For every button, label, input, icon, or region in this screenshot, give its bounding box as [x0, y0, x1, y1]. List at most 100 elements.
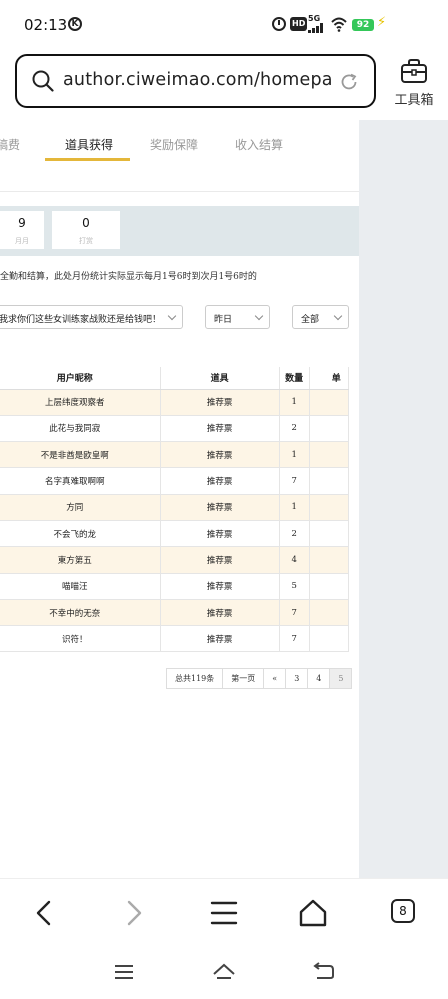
column-header-user: 用户昵称: [0, 367, 161, 390]
table-row: 识符！ 推荐票 7: [0, 625, 350, 653]
tab-items-received[interactable]: 道具获得: [65, 136, 113, 153]
cell-user: 识符！: [0, 625, 161, 653]
date-select-value: 昨日: [214, 315, 233, 325]
system-home-icon[interactable]: [212, 962, 236, 980]
stats-band: 9 月月 0 打赏: [0, 206, 359, 256]
pagination-total: 总共119条: [166, 668, 224, 689]
tab-reward-guarantee[interactable]: 奖励保障: [150, 136, 198, 153]
active-tab-indicator: [45, 158, 130, 161]
cell-quantity: 4: [279, 546, 310, 574]
cell-item: 推荐票: [160, 441, 280, 469]
toolbox-label: 工具箱: [394, 93, 434, 108]
cell-unit: [309, 546, 350, 574]
table-row: 不会飞的龙 推荐票 2: [0, 520, 350, 548]
cell-unit: [309, 494, 350, 521]
cell-user: 喵喵汪: [0, 573, 161, 600]
table-row: 方同 推荐票 1: [0, 494, 350, 521]
column-header-unit: 单: [309, 367, 350, 390]
date-select[interactable]: 昨日: [205, 305, 270, 329]
toolbox-icon: [401, 59, 427, 83]
cell-item: 推荐票: [160, 573, 280, 600]
book-select[interactable]: 我求你们这些女训练家战败还是给钱吧！: [0, 305, 183, 329]
cell-item: 推荐票: [160, 625, 280, 653]
table-row: 喵喵汪 推荐票 5: [0, 573, 350, 600]
k-icon: K: [68, 17, 82, 31]
cell-quantity: 2: [279, 520, 310, 548]
pagination-prev-button[interactable]: «: [263, 668, 287, 689]
cell-quantity: 7: [279, 467, 310, 495]
cell-unit: [309, 467, 350, 495]
pagination-page-5-current[interactable]: 5: [329, 668, 353, 689]
status-bar: 02:13 K HD 5G 92 ⚡: [0, 0, 448, 48]
stat-value: 9: [18, 216, 26, 230]
cell-quantity: 7: [279, 599, 310, 627]
page-background-panel: [359, 120, 448, 878]
tab-income-settlement[interactable]: 收入结算: [235, 136, 283, 153]
stat-label: 月月: [15, 237, 29, 245]
cell-item: 推荐票: [160, 494, 280, 521]
wifi-icon: [331, 17, 347, 32]
cell-quantity: 7: [279, 625, 310, 653]
menu-icon[interactable]: [208, 897, 240, 929]
toolbox-button[interactable]: 工具箱: [388, 56, 440, 110]
book-select-value: 我求你们这些女训练家战败还是给钱吧！: [0, 315, 162, 325]
column-header-item: 道具: [160, 367, 280, 390]
search-icon: [32, 70, 54, 92]
recent-apps-icon[interactable]: [114, 964, 134, 980]
cell-item: 推荐票: [160, 467, 280, 495]
back-icon[interactable]: [28, 897, 60, 929]
chevron-down-icon: [254, 311, 264, 321]
reload-icon[interactable]: [339, 72, 359, 92]
pagination-first-button[interactable]: 第一页: [222, 668, 265, 689]
cell-user: 方同: [0, 494, 161, 521]
cell-unit: [309, 441, 350, 469]
address-bar[interactable]: author.ciweimao.com/homepa…: [15, 54, 376, 108]
chevron-down-icon: [167, 311, 177, 321]
page-content: 稿费 道具获得 奖励保障 收入结算 9 月月 0 打赏 全勤和结算，此处月份统计…: [0, 120, 359, 878]
system-back-icon[interactable]: [313, 962, 335, 980]
income-tabs: 稿费 道具获得 奖励保障 收入结算: [0, 120, 359, 192]
pagination-page-3[interactable]: 3: [285, 668, 309, 689]
table-row: 名字真难取啊啊 推荐票 7: [0, 467, 350, 495]
cell-item: 推荐票: [160, 546, 280, 574]
column-header-quantity: 数量: [279, 367, 310, 390]
browser-nav-bar: [0, 878, 448, 946]
cell-unit: [309, 520, 350, 548]
cell-quantity: 1: [279, 494, 310, 521]
tab-manuscript-fee[interactable]: 稿费: [0, 136, 20, 153]
cell-unit: [309, 389, 350, 416]
type-select-value: 全部: [301, 315, 320, 325]
cell-item: 推荐票: [160, 415, 280, 443]
url-text[interactable]: author.ciweimao.com/homepa…: [63, 70, 333, 90]
type-select[interactable]: 全部: [292, 305, 349, 329]
status-time: 02:13: [24, 16, 68, 34]
pagination: 总共119条 第一页 « 3 4 5: [166, 668, 353, 689]
battery-icon: 92: [352, 19, 374, 31]
items-table: 用户昵称 道具 数量 单 上层纬度观察者 推荐票 1 此花与我同寂 推荐票 2 不是非酋…: [0, 367, 350, 653]
stats-note: 全勤和结算，此处月份统计实际显示每月1号6时到次月1号6时的: [0, 272, 257, 282]
stat-card-tips: 0 打赏: [52, 211, 120, 249]
stat-label: 打赏: [79, 237, 93, 245]
cell-unit: [309, 573, 350, 600]
cell-user: 名字真难取啊啊: [0, 467, 161, 495]
table-row: 東方第五 推荐票 4: [0, 546, 350, 574]
table-row: 此花与我同寂 推荐票 2: [0, 415, 350, 443]
table-row: 不是非酋是欧皇啊 推荐票 1: [0, 441, 350, 469]
stat-value: 0: [82, 216, 90, 230]
cell-user: 此花与我同寂: [0, 415, 161, 443]
forward-icon[interactable]: [118, 897, 150, 929]
cell-user: 不幸中的无奈: [0, 599, 161, 627]
pagination-page-4[interactable]: 4: [307, 668, 331, 689]
chevron-down-icon: [333, 311, 343, 321]
system-nav-bar: [0, 946, 448, 999]
tabs-icon[interactable]: 8: [391, 899, 415, 923]
cell-quantity: 5: [279, 573, 310, 600]
table-header-row: 用户昵称 道具 数量 单: [0, 367, 350, 390]
alarm-icon: [272, 17, 286, 31]
cell-item: 推荐票: [160, 599, 280, 627]
cell-item: 推荐票: [160, 389, 280, 416]
home-icon[interactable]: [297, 897, 329, 929]
cell-quantity: 2: [279, 415, 310, 443]
cell-user: 不是非酋是欧皇啊: [0, 441, 161, 469]
network-type-label: 5G: [308, 14, 321, 23]
